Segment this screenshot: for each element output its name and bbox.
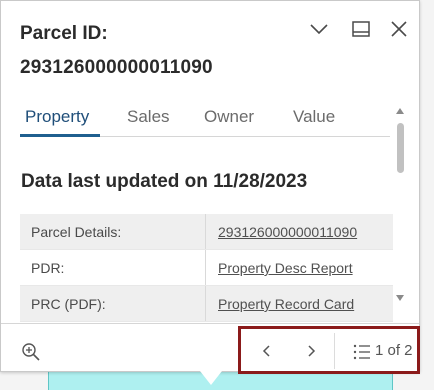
scroll-thumb[interactable] [397, 123, 404, 173]
list-icon[interactable] [352, 342, 372, 362]
popup-header: Parcel ID: 293126000000011090 [1, 1, 419, 97]
popup-footer: 1 of 2 [1, 323, 420, 374]
dock-icon[interactable] [349, 17, 373, 41]
prc-link[interactable]: Property Record Card [206, 286, 393, 321]
tab-property[interactable]: Property [25, 107, 89, 127]
row-label: Parcel Details: [20, 214, 206, 249]
pager-divider [334, 333, 335, 369]
scroll-up-arrow[interactable] [396, 108, 404, 114]
close-icon[interactable] [387, 17, 411, 41]
chevron-left-icon[interactable] [259, 343, 275, 359]
scroll-down-arrow[interactable] [396, 295, 404, 301]
last-updated-heading: Data last updated on 11/28/2023 [21, 171, 308, 192]
pdr-link[interactable]: Property Desc Report [206, 250, 393, 285]
pagination-count[interactable]: 1 of 2 [375, 342, 413, 359]
parcel-details-link[interactable]: 293126000000011090 [206, 214, 393, 249]
feature-popup: Parcel ID: 293126000000011090 Property S… [0, 0, 420, 374]
tab-bar: Property Sales Owner Value [20, 97, 390, 137]
popup-title-label: Parcel ID: [20, 23, 108, 44]
property-table: Parcel Details: 293126000000011090 PDR: … [20, 214, 393, 322]
popup-content: Property Sales Owner Value Data last upd… [1, 97, 419, 323]
tab-owner[interactable]: Owner [204, 107, 254, 127]
zoom-to-icon[interactable] [20, 341, 42, 363]
row-label: PRC (PDF): [20, 286, 206, 321]
vertical-scrollbar[interactable] [393, 105, 407, 305]
chevron-down-icon[interactable] [307, 17, 331, 41]
chevron-right-icon[interactable] [303, 343, 319, 359]
feature-pagination: 1 of 2 [238, 326, 420, 374]
table-row: Parcel Details: 293126000000011090 [20, 214, 393, 250]
table-row: PDR: Property Desc Report [20, 250, 393, 286]
popup-pointer [200, 371, 222, 385]
map-background [0, 372, 48, 390]
popup-title-value: 293126000000011090 [20, 57, 213, 78]
active-tab-indicator [20, 134, 100, 137]
row-label: PDR: [20, 250, 206, 285]
table-row: PRC (PDF): Property Record Card [20, 286, 393, 322]
tab-sales[interactable]: Sales [127, 107, 170, 127]
tab-value[interactable]: Value [293, 107, 335, 127]
